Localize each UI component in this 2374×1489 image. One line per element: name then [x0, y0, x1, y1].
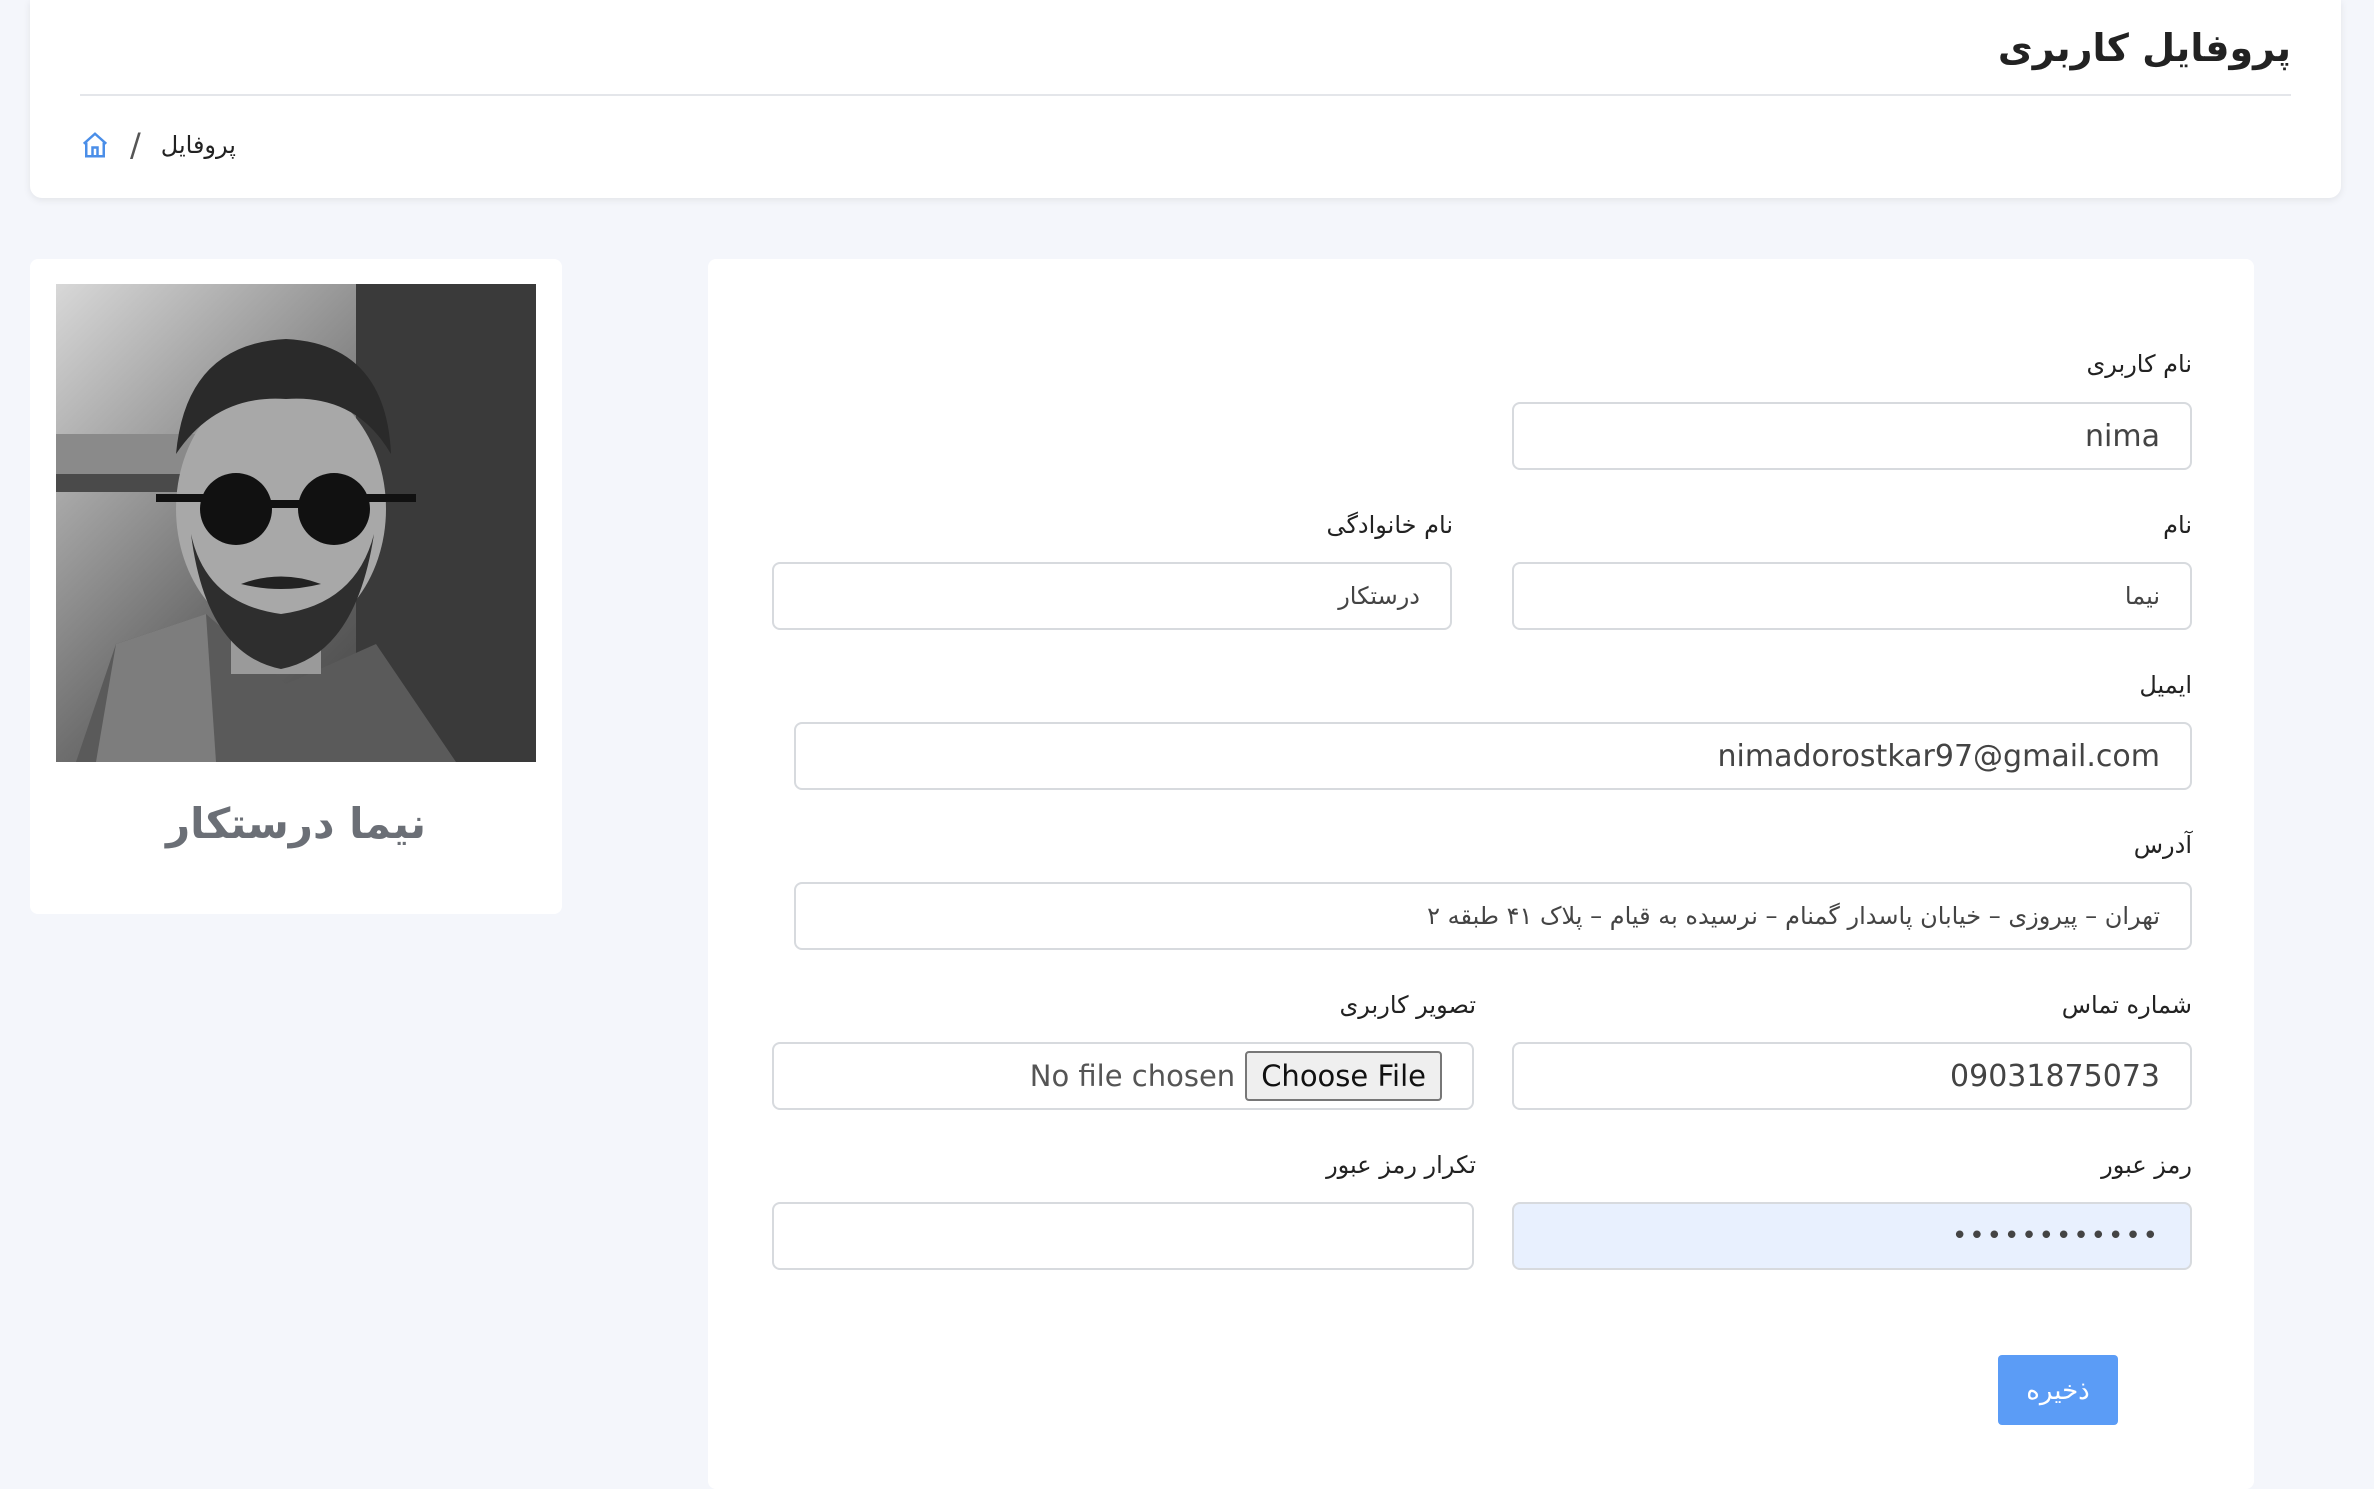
last-name-input[interactable]: درستکار	[772, 562, 1452, 630]
file-status: No file chosen	[1029, 1059, 1236, 1093]
last-name-label: نام خانوادگی	[1326, 511, 1454, 539]
breadcrumb: / پروفایل	[80, 126, 236, 164]
profile-name: نیما درستکار	[165, 799, 427, 848]
home-icon[interactable]	[80, 130, 110, 160]
username-label: نام کاربری	[2086, 350, 2192, 378]
header-divider	[80, 94, 2291, 96]
first-name-label: نام	[2163, 511, 2192, 539]
username-input[interactable]: nima	[1512, 402, 2192, 470]
password-input[interactable]: ••••••••••••	[1512, 1202, 2192, 1270]
email-label: ایمیل	[2139, 671, 2192, 699]
page-header: پروفایل کاربری / پروفایل	[30, 0, 2341, 198]
password-label: رمز عبور	[2101, 1151, 2192, 1179]
phone-label: شماره تماس	[2061, 991, 2192, 1019]
avatar	[56, 284, 536, 762]
choose-file-button[interactable]: Choose File	[1245, 1051, 1442, 1101]
breadcrumb-current: پروفایل	[160, 131, 236, 159]
first-name-input[interactable]: نیما	[1512, 562, 2192, 630]
address-input[interactable]: تهران – پیروزی – خیابان پاسدار گمنام – ن…	[794, 882, 2192, 950]
password-confirm-input[interactable]	[772, 1202, 1474, 1270]
save-button[interactable]: ذخیره	[1998, 1355, 2118, 1425]
profile-card: نیما درستکار	[30, 259, 562, 914]
address-label: آدرس	[2133, 831, 2192, 859]
avatar-upload-label: تصویر کاربری	[1339, 991, 1476, 1019]
page-title: پروفایل کاربری	[1997, 26, 2291, 70]
password-confirm-label: تکرار رمز عبور	[1326, 1151, 1476, 1179]
profile-form: نام کاربری nima نام نیما نام خانوادگی در…	[708, 259, 2254, 1489]
breadcrumb-separator: /	[130, 126, 141, 164]
avatar-file-input[interactable]: No file chosen Choose File	[772, 1042, 1474, 1110]
email-input[interactable]: nimadorostkar97@gmail.com	[794, 722, 2192, 790]
phone-input[interactable]: 09031875073	[1512, 1042, 2192, 1110]
